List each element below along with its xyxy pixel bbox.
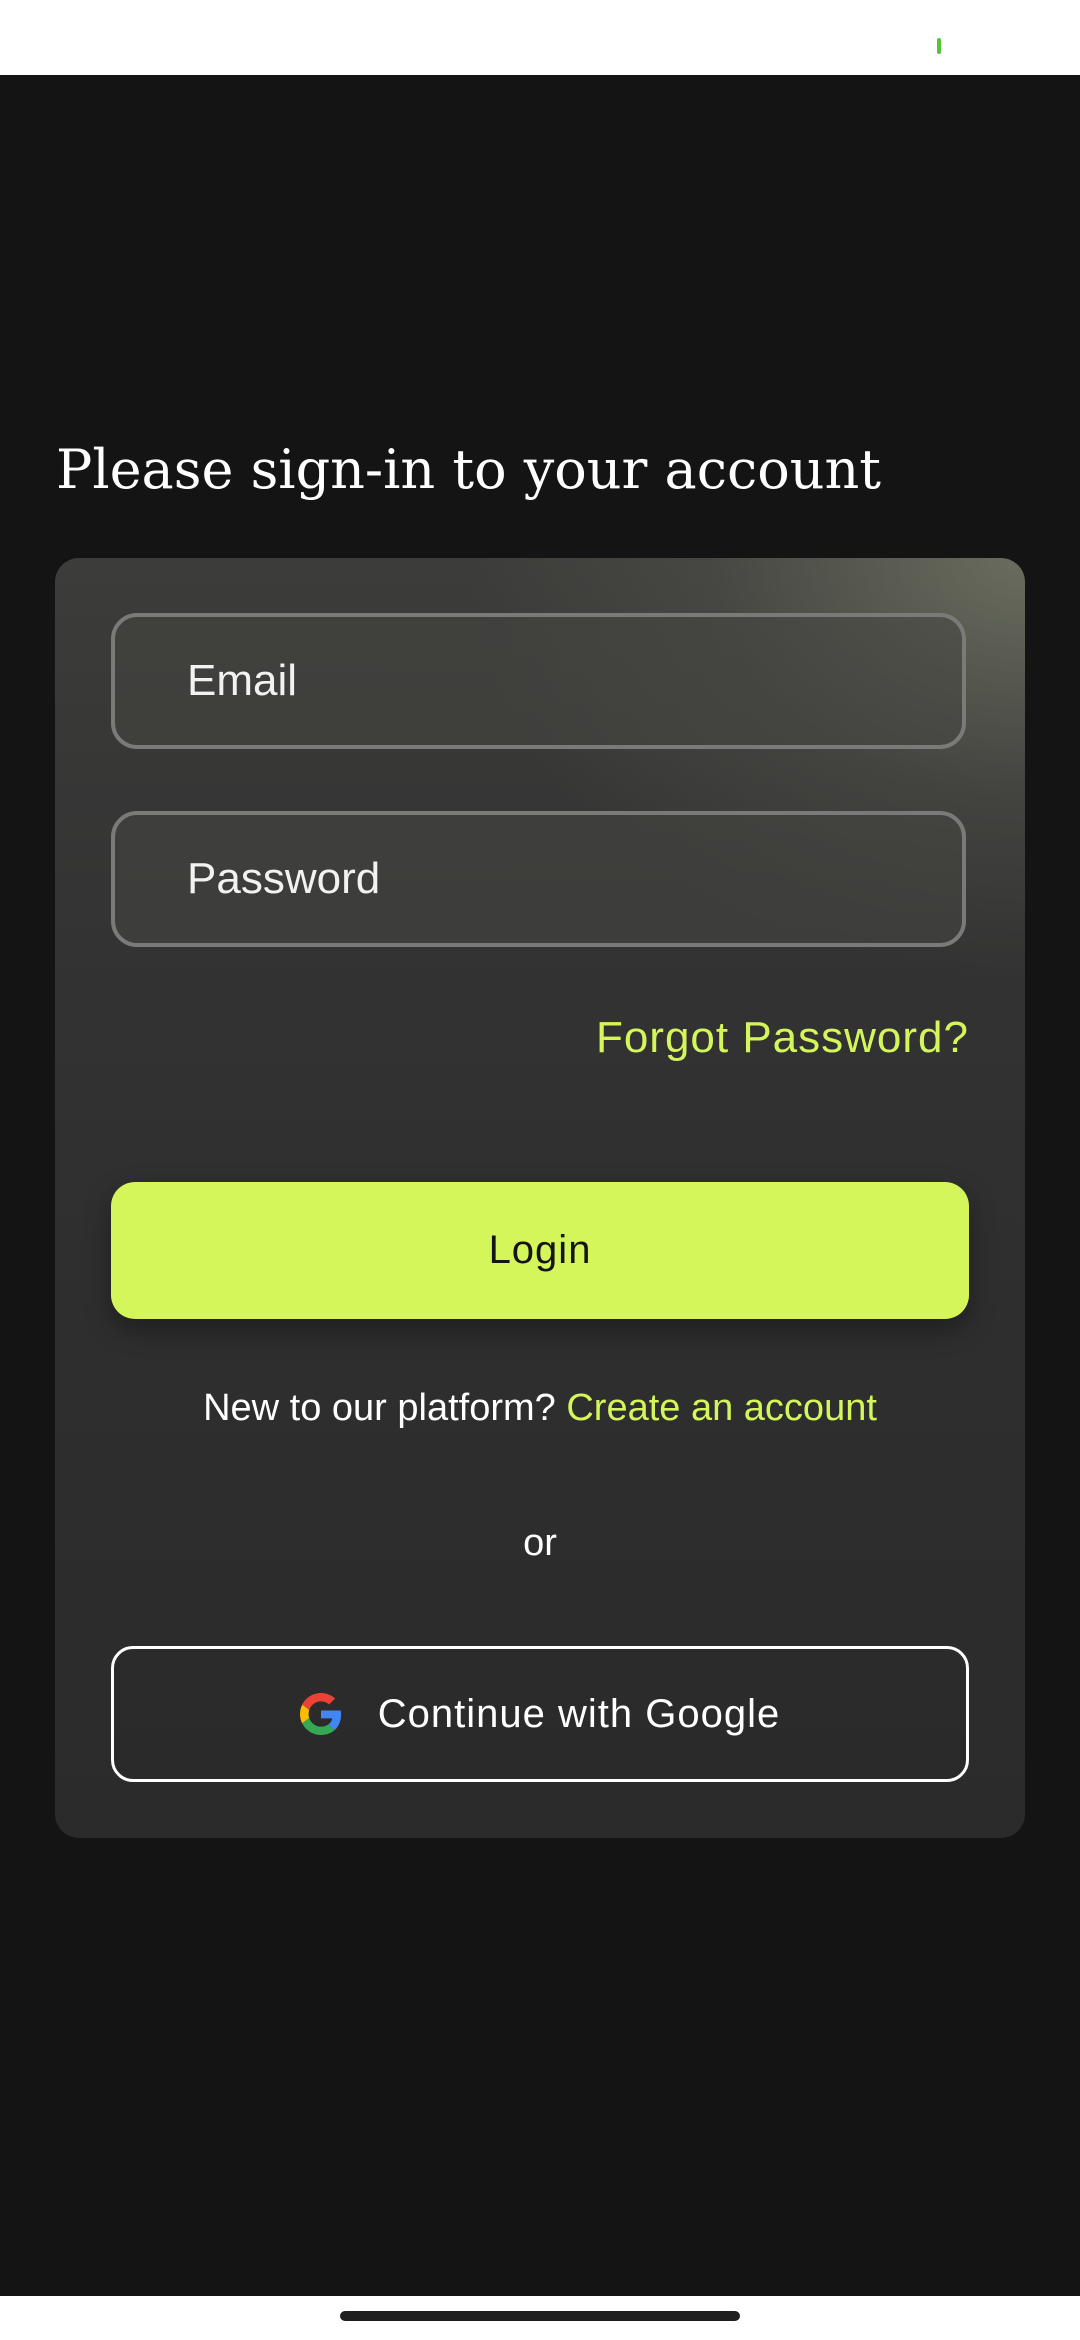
google-button-label: Continue with Google <box>377 1691 781 1736</box>
login-button[interactable]: Login <box>111 1182 969 1319</box>
continue-with-google-button[interactable]: Continue with Google <box>111 1646 969 1782</box>
home-indicator[interactable] <box>340 2311 740 2321</box>
login-card: Email Password Forgot Password? Login Ne… <box>55 558 1025 1838</box>
password-placeholder: Password <box>187 854 381 903</box>
login-button-label: Login <box>488 1228 592 1272</box>
navigation-bar <box>0 2296 1080 2340</box>
email-placeholder: Email <box>187 656 298 705</box>
forgot-password-link[interactable]: Forgot Password? <box>596 1008 969 1068</box>
google-g-icon <box>299 1693 341 1735</box>
password-field[interactable]: Password <box>111 811 966 947</box>
status-bar <box>0 0 1080 75</box>
create-account-link[interactable]: Create an account <box>566 1387 877 1429</box>
page-title: Please sign-in to your account <box>56 438 881 501</box>
signup-prompt: New to our platform? <box>203 1387 567 1429</box>
status-indicator <box>937 38 941 54</box>
or-divider: or <box>523 1522 557 1564</box>
signup-row: New to our platform? Create an account <box>55 1378 1025 1438</box>
email-field[interactable]: Email <box>111 613 966 749</box>
